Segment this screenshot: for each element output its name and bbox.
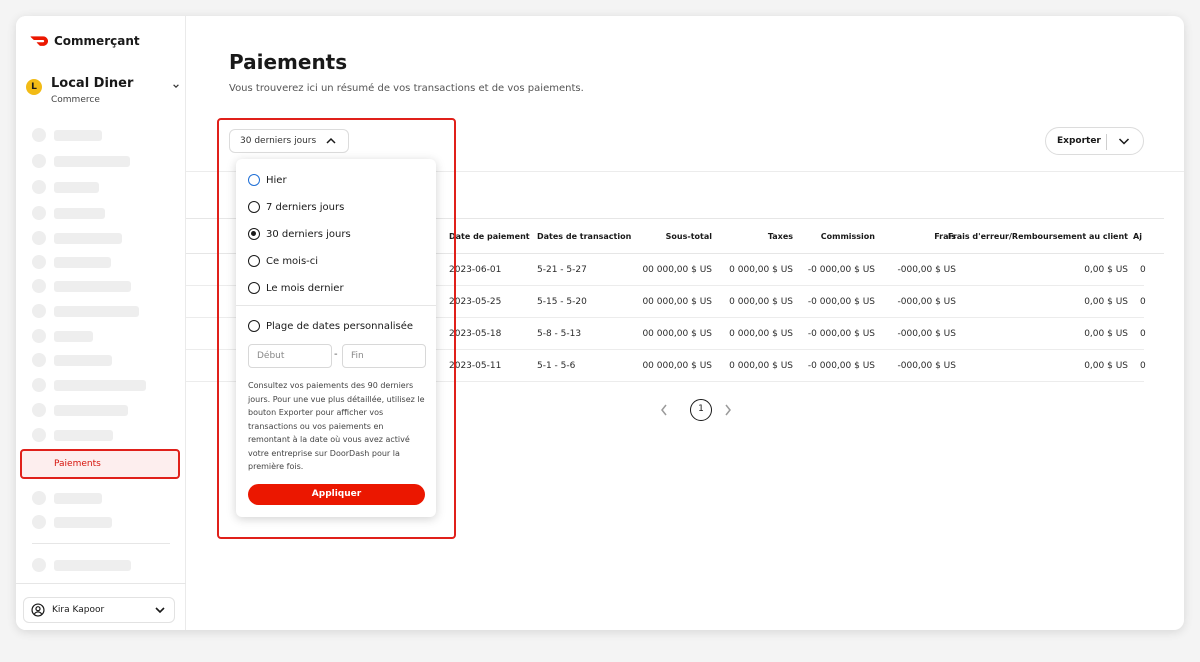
cell-commission: -0 000,00 $ US [807, 297, 875, 307]
export-separator [1106, 134, 1107, 150]
cell-taxes: 0 000,00 $ US [729, 265, 793, 275]
cell-adjustments: 0 [1140, 297, 1146, 307]
nav-item-placeholder[interactable] [32, 180, 99, 194]
page-subtitle: Vous trouverez ici un résumé de vos tran… [229, 83, 584, 94]
column-header: Taxes [767, 232, 793, 241]
cell-error-charges: 0,00 $ US [1084, 361, 1128, 371]
chevron-down-icon [173, 84, 179, 89]
chevron-down-icon [155, 607, 165, 614]
nav-item-placeholder[interactable] [32, 206, 105, 220]
cell-commission: -0 000,00 $ US [807, 265, 875, 275]
sidebar-item-paiements[interactable]: Paiements [20, 449, 180, 479]
sidebar-footer: Kira Kapoor [16, 583, 186, 630]
cell-subtotal: 00 000,00 $ US [642, 329, 712, 339]
cell-fees: -000,00 $ US [897, 329, 957, 339]
column-header: Dates de transaction [537, 232, 632, 241]
cell-subtotal: 00 000,00 $ US [642, 265, 712, 275]
chevron-right-icon[interactable] [724, 404, 732, 416]
sidebar-item-label: Paiements [54, 459, 101, 469]
brand[interactable]: Commerçant [30, 34, 140, 48]
nav-item-placeholder[interactable] [32, 329, 93, 343]
column-header: Commission [820, 232, 875, 241]
nav-item-placeholder[interactable] [32, 255, 111, 269]
store-name: Local Diner [51, 76, 134, 91]
nav-item-placeholder[interactable] [32, 231, 122, 245]
page-title: Paiements [229, 50, 348, 74]
nav-item-placeholder[interactable] [32, 279, 131, 293]
cell-adjustments: 0 [1140, 329, 1146, 339]
cell-transaction-dates: 5-1 - 5-6 [537, 361, 576, 371]
nav-item-placeholder[interactable] [32, 403, 128, 417]
sidebar-divider [32, 543, 170, 544]
cell-adjustments: 0 [1140, 265, 1146, 275]
cell-taxes: 0 000,00 $ US [729, 329, 793, 339]
chevron-down-icon[interactable] [1118, 136, 1130, 146]
store-avatar: L [26, 79, 42, 95]
cell-commission: -0 000,00 $ US [807, 329, 875, 339]
nav-item-placeholder[interactable] [32, 515, 112, 529]
page-number-current[interactable]: 1 [690, 399, 712, 421]
store-type: Commerce [51, 95, 100, 105]
user-name: Kira Kapoor [52, 605, 105, 615]
pagination: 1 [652, 399, 752, 421]
doordash-logo-icon [30, 36, 48, 46]
cell-payment-date: 2023-06-01 [449, 265, 502, 275]
nav-item-placeholder[interactable] [32, 558, 131, 572]
cell-adjustments: 0 [1140, 361, 1146, 371]
cell-fees: -000,00 $ US [897, 361, 957, 371]
nav-item-placeholder[interactable] [32, 491, 102, 505]
nav-item-placeholder[interactable] [32, 154, 130, 168]
export-label: Exporter [1057, 136, 1101, 146]
chevron-left-icon[interactable] [660, 404, 668, 416]
cell-taxes: 0 000,00 $ US [729, 361, 793, 371]
store-switcher[interactable]: L Local Diner Commerce [26, 76, 179, 110]
cell-transaction-dates: 5-8 - 5-13 [537, 329, 582, 339]
cell-subtotal: 00 000,00 $ US [642, 361, 712, 371]
brand-name: Commerçant [54, 34, 140, 48]
nav-item-placeholder[interactable] [32, 353, 112, 367]
cell-commission: -0 000,00 $ US [807, 361, 875, 371]
cell-fees: -000,00 $ US [897, 297, 957, 307]
app-window: Commerçant L Local Diner Commerce Paieme… [16, 16, 1184, 630]
nav-item-placeholder[interactable] [32, 128, 102, 142]
nav-item-placeholder[interactable] [32, 304, 139, 318]
cell-payment-date: 2023-05-18 [449, 329, 502, 339]
user-circle-icon [31, 603, 45, 617]
cell-fees: -000,00 $ US [897, 265, 957, 275]
cell-error-charges: 0,00 $ US [1084, 265, 1128, 275]
cell-transaction-dates: 5-21 - 5-27 [537, 265, 587, 275]
column-header: Aj [1133, 232, 1142, 241]
user-menu[interactable]: Kira Kapoor [23, 597, 175, 623]
column-header: Date de paiement [449, 232, 530, 241]
cell-taxes: 0 000,00 $ US [729, 297, 793, 307]
cell-payment-date: 2023-05-11 [449, 361, 502, 371]
column-header: Frais d'erreur/Remboursement au client [947, 232, 1128, 241]
cell-error-charges: 0,00 $ US [1084, 329, 1128, 339]
nav-item-placeholder[interactable] [32, 428, 113, 442]
column-header: Sous-total [665, 232, 712, 241]
cell-payment-date: 2023-05-25 [449, 297, 502, 307]
cell-transaction-dates: 5-15 - 5-20 [537, 297, 587, 307]
dropdown-highlight-box [217, 118, 456, 539]
sidebar: Commerçant L Local Diner Commerce Paieme… [16, 16, 186, 630]
nav-item-placeholder[interactable] [32, 378, 146, 392]
cell-subtotal: 00 000,00 $ US [642, 297, 712, 307]
export-button[interactable]: Exporter [1045, 127, 1144, 155]
cell-error-charges: 0,00 $ US [1084, 297, 1128, 307]
